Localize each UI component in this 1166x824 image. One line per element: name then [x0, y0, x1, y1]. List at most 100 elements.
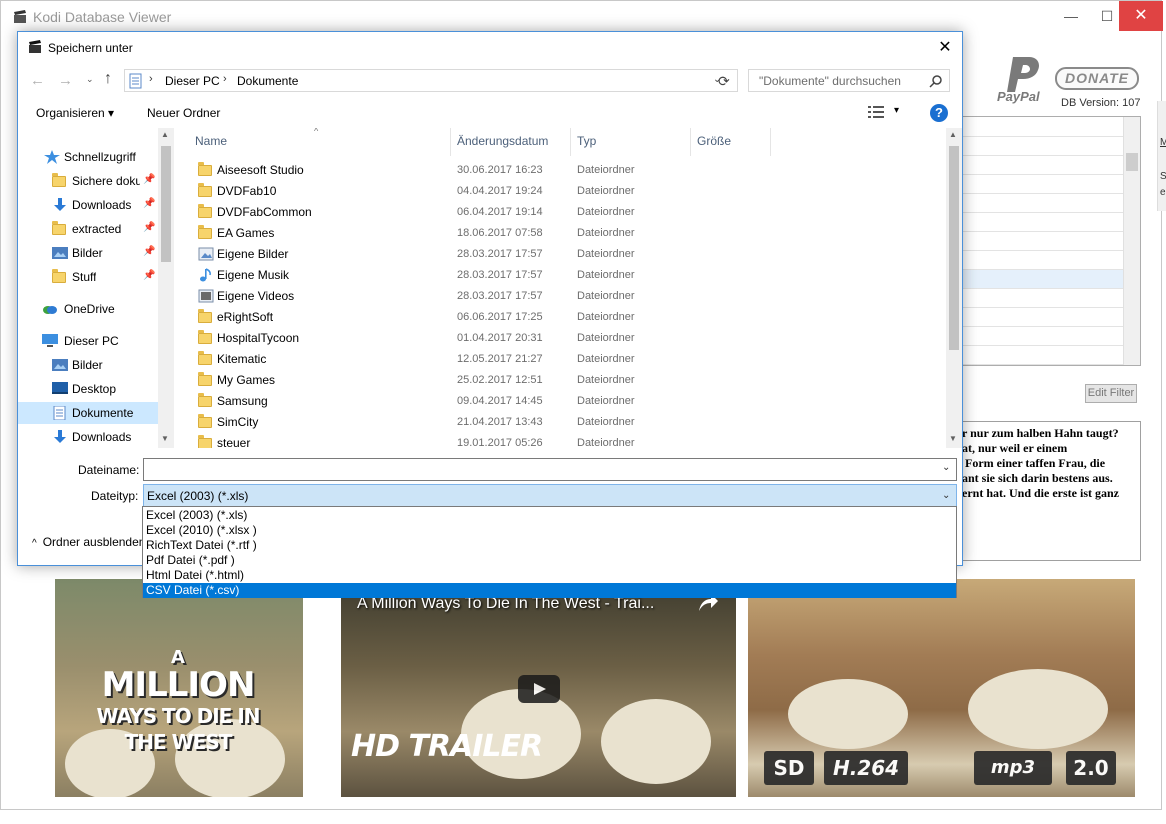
navigation-pane[interactable]: Schnellzugriff Sichere dokumente 📌 Downl…	[18, 128, 174, 448]
column-divider[interactable]	[770, 128, 771, 156]
nav-item-this-pc[interactable]: Dieser PC	[18, 330, 158, 352]
file-list[interactable]: ^ Name Änderungsdatum Typ Größe Aiseesof…	[176, 128, 962, 448]
refresh-icon[interactable]: ⟳	[718, 73, 730, 90]
help-icon[interactable]: ?	[930, 104, 948, 122]
scroll-down-icon[interactable]: ▼	[949, 434, 957, 443]
nav-item-extracted[interactable]: extracted 📌	[18, 218, 158, 240]
file-row[interactable]: Eigene Musik 28.03.2017 17:57 Dateiordne…	[176, 265, 946, 286]
grid-scrollbar[interactable]	[1123, 117, 1140, 365]
nav-item-downloads[interactable]: Downloads 📌	[18, 194, 158, 216]
nav-item-pictures-pc[interactable]: Bilder	[18, 354, 158, 376]
details-view-icon[interactable]	[868, 106, 884, 118]
grid-row-selected[interactable]	[960, 270, 1124, 289]
nav-item-secure-documents[interactable]: Sichere dokumente 📌	[18, 170, 158, 192]
filetype-option[interactable]: Excel (2003) (*.xls)	[143, 508, 956, 523]
filter-grid[interactable]	[959, 116, 1141, 366]
breadcrumb-documents[interactable]: Dokumente	[237, 74, 298, 88]
nav-scroll-thumb[interactable]	[161, 146, 171, 262]
new-folder-button[interactable]: Neuer Ordner	[147, 106, 220, 120]
column-header-name[interactable]: Name	[195, 134, 227, 148]
grid-row[interactable]	[960, 289, 1124, 308]
breadcrumb-separator[interactable]: ›	[223, 73, 227, 85]
grid-row[interactable]	[960, 194, 1124, 213]
paypal-logo[interactable]: PayPal	[995, 53, 1051, 105]
filetype-option[interactable]: Html Datei (*.html)	[143, 568, 956, 583]
filetype-option-highlighted[interactable]: CSV Datei (*.csv)	[143, 583, 956, 598]
file-row[interactable]: My Games 25.02.2017 12:51 Dateiordner	[176, 370, 946, 391]
up-arrow-icon[interactable]: ↑	[104, 70, 112, 88]
scroll-up-icon[interactable]: ▲	[949, 130, 957, 139]
column-divider[interactable]	[570, 128, 571, 156]
file-row[interactable]: Eigene Videos 28.03.2017 17:57 Dateiordn…	[176, 286, 946, 307]
nav-item-downloads-pc[interactable]: Downloads	[18, 426, 158, 448]
nav-item-stuff[interactable]: Stuff 📌	[18, 266, 158, 288]
chevron-down-icon[interactable]: ⌄	[942, 490, 950, 501]
hide-folders-toggle[interactable]: ^ Ordner ausblenden	[32, 535, 145, 549]
file-scroll-thumb[interactable]	[949, 146, 959, 350]
grid-row[interactable]	[960, 137, 1124, 156]
nav-item-pictures[interactable]: Bilder 📌	[18, 242, 158, 264]
file-row[interactable]: steuer 19.01.2017 05:26 Dateiordner	[176, 433, 946, 448]
grid-row[interactable]	[960, 213, 1124, 232]
file-row[interactable]: Samsung 09.04.2017 14:45 Dateiordner	[176, 391, 946, 412]
file-row[interactable]: SimCity 21.04.2017 13:43 Dateiordner	[176, 412, 946, 433]
organize-button[interactable]: Organisieren ▾	[36, 106, 114, 120]
file-row[interactable]: eRightSoft 06.06.2017 17:25 Dateiordner	[176, 307, 946, 328]
file-row[interactable]: Aiseesoft Studio 30.06.2017 16:23 Dateio…	[176, 160, 946, 181]
grid-row[interactable]	[960, 251, 1124, 270]
nav-scrollbar[interactable]: ▲ ▼	[158, 128, 174, 448]
file-row[interactable]: EA Games 18.06.2017 07:58 Dateiordner	[176, 223, 946, 244]
column-divider[interactable]	[690, 128, 691, 156]
file-list-scrollbar[interactable]: ▲ ▼	[946, 128, 962, 448]
close-button[interactable]: ✕	[1119, 1, 1163, 31]
back-arrow-icon[interactable]: ←	[30, 72, 45, 89]
column-header-type[interactable]: Typ	[577, 134, 596, 148]
file-row[interactable]: DVDFabCommon 06.04.2017 19:14 Dateiordne…	[176, 202, 946, 223]
edit-filter-button[interactable]: Edit Filter	[1085, 384, 1137, 403]
dialog-close-button[interactable]: ✕	[928, 36, 962, 60]
filetype-select[interactable]: Excel (2003) (*.xls) ⌄	[143, 484, 957, 507]
file-row[interactable]: HospitalTycoon 01.04.2017 20:31 Dateiord…	[176, 328, 946, 349]
scroll-down-icon[interactable]: ▼	[161, 434, 169, 443]
nav-item-quick-access[interactable]: Schnellzugriff	[18, 146, 158, 168]
donate-button[interactable]: DONATE	[1055, 67, 1139, 90]
grid-row[interactable]	[960, 346, 1124, 365]
dialog-titlebar[interactable]: Speichern unter ✕	[18, 32, 962, 62]
play-button[interactable]	[518, 675, 560, 703]
grid-row[interactable]	[960, 232, 1124, 251]
column-divider[interactable]	[450, 128, 451, 156]
breadcrumb-separator[interactable]: ›	[149, 73, 153, 85]
breadcrumb-this-pc[interactable]: Dieser PC	[165, 74, 220, 88]
recent-locations-dropdown-icon[interactable]: ⌄	[86, 74, 94, 85]
scroll-up-icon[interactable]: ▲	[161, 130, 169, 139]
chevron-down-icon[interactable]: ⌄	[942, 462, 950, 473]
dialog-title: Speichern unter	[48, 41, 133, 55]
column-header-size[interactable]: Größe	[697, 134, 731, 148]
search-input[interactable]: "Dokumente" durchsuchen	[748, 69, 950, 92]
grid-row[interactable]	[960, 308, 1124, 327]
search-icon[interactable]	[929, 74, 943, 88]
file-name: Eigene Videos	[217, 289, 295, 303]
column-header-date[interactable]: Änderungsdatum	[457, 134, 548, 148]
nav-item-desktop[interactable]: Desktop	[18, 378, 158, 400]
address-bar[interactable]: › Dieser PC › Dokumente ⌄	[124, 69, 738, 92]
filetype-option[interactable]: Excel (2010) (*.xlsx )	[143, 523, 956, 538]
file-row[interactable]: DVDFab10 04.04.2017 19:24 Dateiordner	[176, 181, 946, 202]
documents-icon	[53, 406, 66, 420]
filetype-dropdown-list[interactable]: Excel (2003) (*.xls) Excel (2010) (*.xls…	[142, 506, 957, 598]
trailer-thumbnail[interactable]: A Million Ways To Die In The West - Trai…	[341, 579, 736, 797]
forward-arrow-icon[interactable]: →	[58, 72, 73, 89]
grid-scroll-thumb[interactable]	[1126, 153, 1138, 171]
file-type: Dateiordner	[577, 269, 635, 281]
filename-input[interactable]	[143, 458, 957, 481]
grid-row[interactable]	[960, 156, 1124, 175]
nav-item-onedrive[interactable]: OneDrive	[18, 298, 158, 320]
grid-row[interactable]	[960, 327, 1124, 346]
file-row[interactable]: Kitematic 12.05.2017 21:27 Dateiordner	[176, 349, 946, 370]
filetype-option[interactable]: RichText Datei (*.rtf )	[143, 538, 956, 553]
file-row[interactable]: Eigene Bilder 28.03.2017 17:57 Dateiordn…	[176, 244, 946, 265]
filetype-option[interactable]: Pdf Datei (*.pdf )	[143, 553, 956, 568]
nav-item-documents[interactable]: Dokumente	[18, 402, 158, 424]
view-dropdown-icon[interactable]: ▾	[894, 105, 899, 116]
grid-row[interactable]	[960, 175, 1124, 194]
